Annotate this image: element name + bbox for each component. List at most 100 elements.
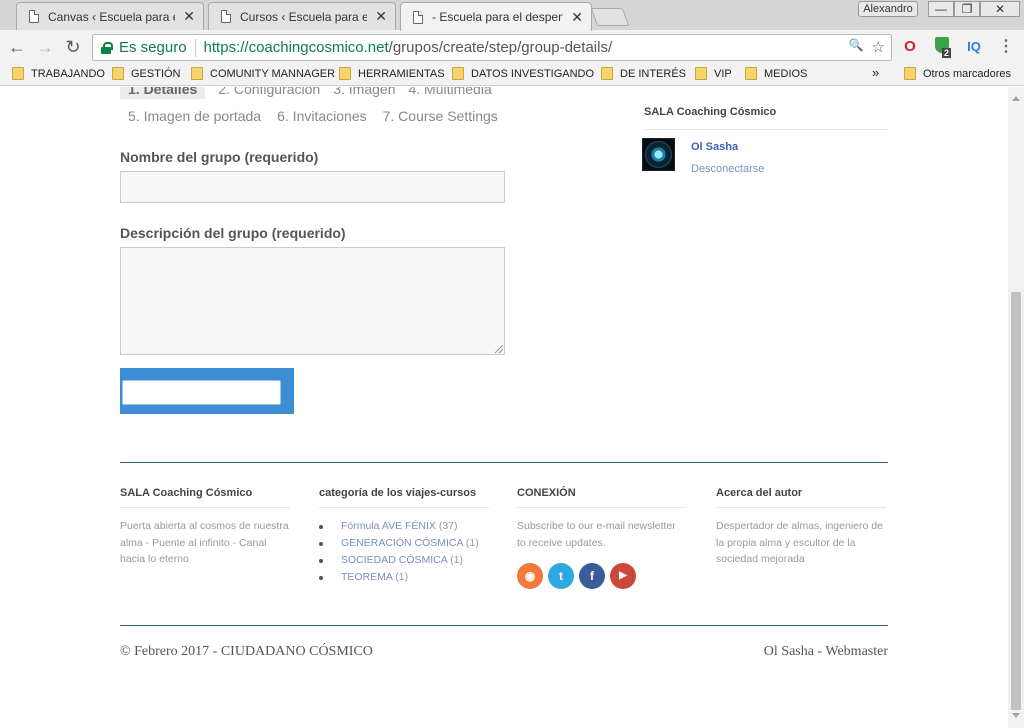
tab-label: Cursos ‹ Escuela para el despertar	[240, 9, 368, 24]
youtube-icon[interactable]: ▶	[610, 563, 636, 589]
rss-icon[interactable]: ◉	[517, 563, 543, 589]
bookmark-de-interes[interactable]: DE INTERÉS	[601, 67, 686, 80]
bookmark-gestion[interactable]: GESTIÓN	[112, 67, 181, 80]
group-name-label: Nombre del grupo (requerido)	[120, 149, 319, 165]
restore-button[interactable]: ❐	[954, 1, 980, 17]
group-steps-row1: 1. Detalles 2. Configuración 3. Imagen 4. M…	[120, 87, 505, 99]
tab-label: - Escuela para el despertar	[432, 10, 564, 24]
footer-col-categories: categoría de los viajes-cursos Fórmula A…	[319, 487, 489, 586]
bookmark-comunity[interactable]: COMUNITY MANNAGER	[191, 67, 335, 80]
step-invitaciones[interactable]: 6. Invitaciones	[277, 108, 367, 124]
bookmark-vip[interactable]: VIP	[695, 67, 732, 80]
step-configuracion[interactable]: 2. Configuración	[218, 87, 320, 97]
category-link[interactable]: SOCIEDAD CÓSMICA	[341, 554, 447, 566]
submit-button-inner[interactable]	[122, 380, 281, 405]
bookmark-trabajando[interactable]: TRABAJANDO	[12, 67, 105, 80]
facebook-icon[interactable]: f	[579, 563, 605, 589]
folder-icon	[339, 67, 351, 80]
category-list: Fórmula AVE FÉNIX (37) GENERACIÓN CÓSMIC…	[319, 518, 489, 586]
twitter-icon[interactable]: t	[548, 563, 574, 589]
step-imagen-portada[interactable]: 5. Imagen de portada	[128, 108, 261, 124]
footer-col-divider	[120, 507, 290, 508]
tab-cursos[interactable]: Cursos ‹ Escuela para el despertar ✕	[208, 2, 396, 30]
sidebar-title: SALA Coaching Cósmico	[644, 106, 777, 118]
group-name-input[interactable]	[120, 171, 505, 203]
page-scrollbar[interactable]	[1008, 87, 1024, 728]
scroll-up-icon[interactable]	[1012, 96, 1020, 101]
bookmarks-bar: TRABAJANDO GESTIÓN COMUNITY MANNAGER HER…	[0, 64, 1024, 86]
bookmark-star-icon[interactable]: ☆	[872, 38, 885, 56]
bookmark-otros[interactable]: Otros marcadores	[904, 67, 1011, 80]
reload-button[interactable]: ↻	[62, 36, 84, 58]
zoom-icon[interactable]: 🔍	[849, 38, 864, 56]
footer-heading: SALA Coaching Cósmico	[120, 487, 253, 499]
folder-icon	[452, 67, 464, 80]
footer-col-about-site: SALA Coaching Cósmico Puerta abierta al …	[120, 487, 290, 568]
create-group-submit-button[interactable]	[120, 368, 294, 414]
category-link[interactable]: TEOREMA	[341, 571, 392, 583]
category-link[interactable]: Fórmula AVE FÉNIX	[341, 520, 436, 532]
folder-icon	[695, 67, 707, 80]
category-count: (37)	[438, 520, 458, 532]
social-links: ◉ t f ▶	[517, 563, 687, 589]
browser-toolbar: ← → ↻ Es seguro https://coachingcosmico.…	[0, 30, 1024, 64]
category-count: (1)	[450, 554, 463, 566]
close-tab-icon[interactable]: ✕	[375, 8, 387, 25]
opera-icon[interactable]: O	[900, 37, 920, 57]
close-tab-icon[interactable]: ✕	[571, 9, 583, 26]
security-label[interactable]: Es seguro	[119, 39, 187, 56]
menu-icon[interactable]: ⋮	[996, 37, 1016, 57]
profile-button[interactable]: Alexandro	[858, 1, 918, 17]
bookmark-datos[interactable]: DATOS INVESTIGANDO	[452, 67, 594, 80]
close-tab-icon[interactable]: ✕	[183, 8, 195, 25]
iq-extension-icon[interactable]: IQ	[964, 37, 984, 57]
bookmark-herramientas[interactable]: HERRAMIENTAS	[339, 67, 445, 80]
url-host: https://coachingcosmico.net	[203, 39, 389, 56]
extension-badge: 2	[942, 48, 952, 58]
minimize-button[interactable]: —	[928, 1, 954, 17]
copyright-text: © Febrero 2017 - CIUDADANO CÓSMICO	[120, 644, 373, 659]
user-name-link[interactable]: Ol Sasha	[691, 141, 738, 153]
category-link[interactable]: GENERACIÓN CÓSMICA	[341, 537, 463, 549]
page-icon	[29, 10, 39, 23]
footer-text: Despertador de almas, ingeniero de la pr…	[716, 520, 883, 565]
bookmark-label: TRABAJANDO	[31, 67, 105, 80]
footer-heading: CONEXIÓN	[517, 487, 576, 499]
scroll-down-icon[interactable]	[1012, 713, 1020, 718]
footer-text: Puerta abierta al cosmos de nuestra alma…	[120, 520, 289, 565]
logout-link[interactable]: Desconectarse	[691, 163, 764, 175]
step-multimedia[interactable]: 4. Multimedia	[408, 87, 491, 97]
category-count: (1)	[395, 571, 409, 583]
avatar[interactable]	[642, 138, 675, 171]
group-description-textarea[interactable]	[120, 247, 505, 355]
bookmark-label: GESTIÓN	[131, 67, 181, 80]
tab-active[interactable]: - Escuela para el despertar ✕	[400, 2, 592, 31]
page-icon	[413, 10, 423, 24]
footer-bottom-divider	[120, 625, 888, 626]
back-button[interactable]: ←	[6, 36, 28, 58]
folder-icon	[904, 67, 916, 80]
scrollbar-thumb[interactable]	[1011, 292, 1021, 710]
address-bar[interactable]: Es seguro https://coachingcosmico.net /g…	[92, 34, 892, 61]
bookmarks-overflow-button[interactable]: »	[872, 65, 879, 80]
omnibox-separator	[194, 38, 196, 57]
footer-heading: Acerca del autor	[716, 487, 803, 499]
forward-button[interactable]: →	[34, 36, 56, 58]
tab-canvas[interactable]: Canvas ‹ Escuela para el despertar ✕	[16, 2, 204, 30]
new-tab-button[interactable]	[590, 8, 630, 26]
lock-icon[interactable]	[101, 41, 113, 54]
resize-handle-icon[interactable]	[495, 345, 503, 353]
bookmark-medios[interactable]: MEDIOS	[745, 67, 807, 80]
tab-strip: Canvas ‹ Escuela para el despertar ✕ Cur…	[0, 0, 1024, 31]
group-steps-row2: 5. Imagen de portada 6. Invitaciones 7. Co…	[128, 108, 511, 124]
step-course-settings[interactable]: 7. Course Settings	[383, 108, 498, 124]
footer-col-divider	[517, 507, 687, 508]
folder-icon	[191, 67, 203, 80]
close-window-button[interactable]: ✕	[980, 1, 1020, 17]
url-path: /grupos/create/step/group-details/	[388, 39, 613, 56]
step-imagen[interactable]: 3. Imagen	[333, 87, 395, 97]
bookmark-label: MEDIOS	[764, 67, 808, 80]
step-detalles[interactable]: 1. Detalles	[120, 87, 206, 99]
shield-extension-icon[interactable]: 2	[932, 37, 952, 58]
footer-col-connection: CONEXIÓN Subscribe to our e-mail newslet…	[517, 487, 687, 589]
